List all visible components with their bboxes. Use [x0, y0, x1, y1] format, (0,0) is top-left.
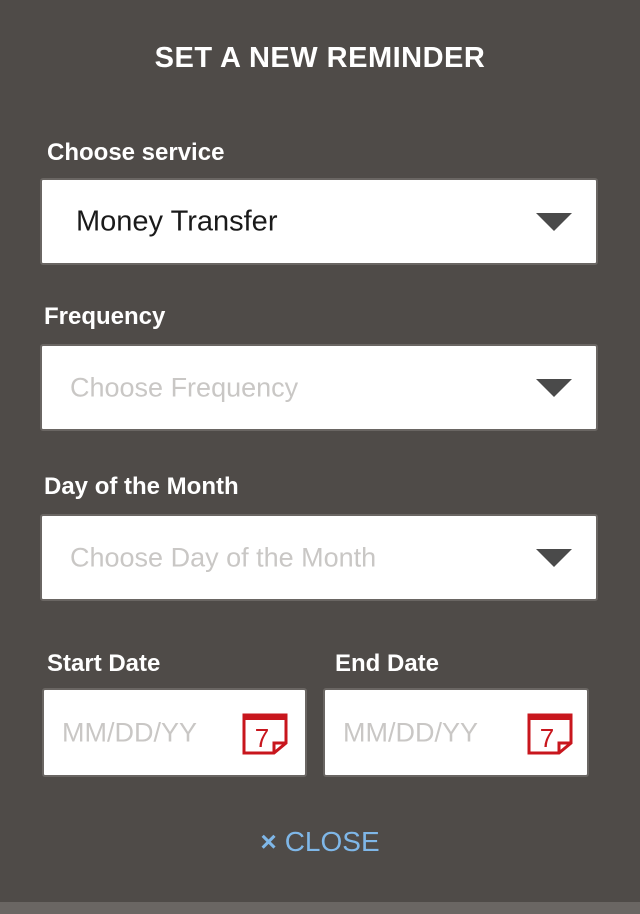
calendar-icon-number: 7 — [540, 723, 554, 753]
service-select[interactable]: Money Transfer — [40, 178, 598, 265]
service-selected-value: Money Transfer — [76, 205, 278, 237]
day-of-month-label: Day of the Month — [44, 473, 239, 500]
close-icon: × — [260, 826, 277, 857]
chevron-down-icon — [536, 378, 572, 397]
chevron-down-icon — [536, 212, 572, 231]
calendar-icon[interactable]: 7 — [242, 713, 288, 755]
day-of-month-placeholder: Choose Day of the Month — [70, 542, 377, 572]
frequency-select[interactable]: Choose Frequency — [40, 344, 598, 431]
end-date-placeholder: MM/DD/YY — [343, 717, 478, 747]
calendar-icon-number: 7 — [255, 723, 269, 753]
frequency-label: Frequency — [44, 303, 166, 330]
day-of-month-select[interactable]: Choose Day of the Month — [40, 514, 598, 601]
calendar-icon[interactable]: 7 — [527, 713, 573, 755]
bottom-divider — [0, 902, 640, 914]
chevron-down-icon — [536, 548, 572, 567]
start-date-label: Start Date — [47, 650, 161, 677]
end-date-label: End Date — [335, 650, 440, 677]
frequency-placeholder: Choose Frequency — [70, 372, 299, 402]
close-button[interactable]: × CLOSE — [0, 826, 640, 858]
close-label: CLOSE — [284, 826, 380, 857]
start-date-input[interactable]: MM/DD/YY 7 — [42, 688, 307, 777]
start-date-placeholder: MM/DD/YY — [62, 717, 197, 747]
end-date-input[interactable]: MM/DD/YY 7 — [323, 688, 589, 777]
page-title: SET A NEW REMINDER — [154, 42, 486, 74]
service-label: Choose service — [47, 139, 225, 166]
